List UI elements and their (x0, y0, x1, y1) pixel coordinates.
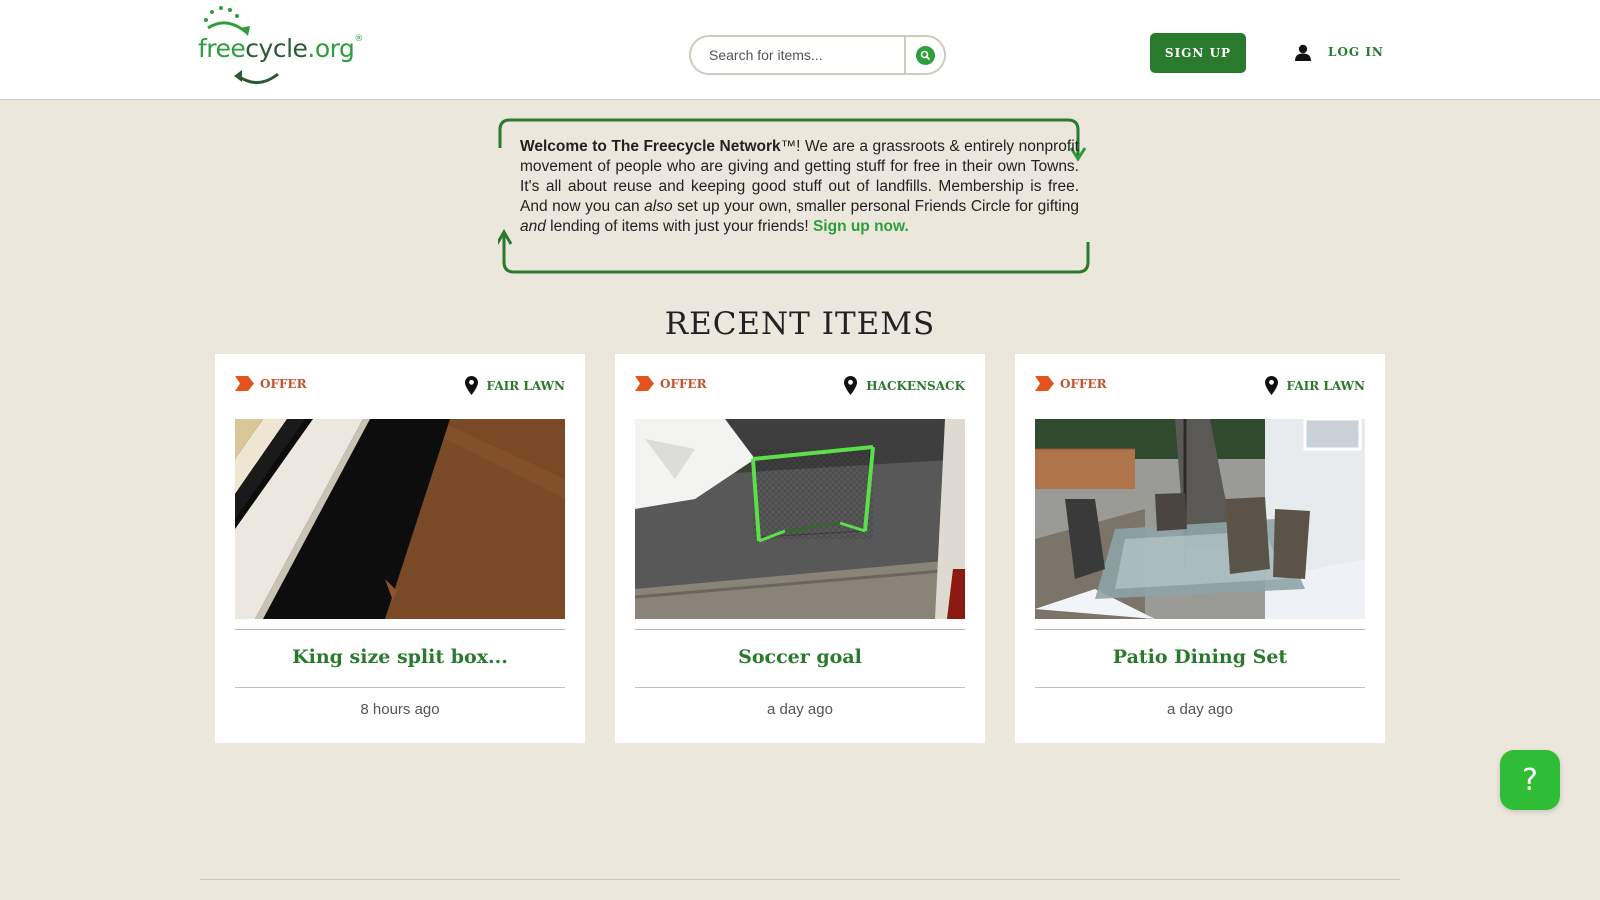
item-card[interactable]: OFFER HACKENSACK Soccer goal a day ago (615, 354, 985, 743)
divider (235, 629, 565, 630)
item-photo-box-spring[interactable] (235, 419, 565, 619)
card-meta: OFFER FAIR LAWN (1035, 376, 1365, 398)
offer-tag[interactable]: OFFER (235, 376, 307, 391)
welcome-box: Welcome to The Freecycle Network™! We ar… (498, 118, 1102, 274)
card-meta: OFFER HACKENSACK (635, 376, 965, 398)
card-meta: OFFER FAIR LAWN (235, 376, 565, 398)
footer-divider (200, 879, 1400, 880)
item-card[interactable]: OFFER FAIR LAWN King size split box... 8… (215, 354, 585, 743)
welcome-message: Welcome to The Freecycle Network™! We ar… (520, 138, 1079, 235)
item-title[interactable]: Soccer goal (635, 646, 965, 668)
offer-tag-icon (635, 376, 654, 391)
login-link[interactable]: LOG IN (1294, 40, 1384, 64)
freecycle-logo[interactable]: freecycle.org® (198, 6, 368, 88)
divider (235, 687, 565, 688)
search-input[interactable] (691, 37, 906, 73)
user-icon (1295, 44, 1311, 61)
logo-wordmark: freecycle.org® (198, 34, 363, 63)
item-time: a day ago (1167, 701, 1233, 718)
item-time: a day ago (767, 701, 833, 718)
item-photo-patio-set[interactable] (1035, 419, 1365, 619)
search-button[interactable] (904, 37, 944, 73)
map-pin-icon (1264, 376, 1278, 395)
offer-tag-icon (235, 376, 254, 391)
location-link[interactable]: FAIR LAWN (1264, 376, 1365, 395)
divider (635, 629, 965, 630)
search-icon (915, 45, 935, 65)
map-pin-icon (844, 376, 858, 395)
location-link[interactable]: FAIR LAWN (464, 376, 565, 395)
divider (635, 687, 965, 688)
site-header: freecycle.org® SIGN UP LOG IN (0, 0, 1600, 100)
item-time: 8 hours ago (360, 701, 440, 718)
item-photo-soccer-goal[interactable] (635, 419, 965, 619)
item-card[interactable]: OFFER FAIR LAWN Patio Dining Set a day a… (1015, 354, 1385, 743)
item-title[interactable]: King size split box... (235, 646, 565, 668)
help-button[interactable]: ? (1500, 750, 1560, 810)
signup-button[interactable]: SIGN UP (1150, 33, 1246, 73)
map-pin-icon (464, 376, 478, 395)
recent-items-heading: RECENT ITEMS (664, 306, 936, 342)
search-bar (689, 35, 946, 75)
offer-tag[interactable]: OFFER (1035, 376, 1107, 391)
signup-now-link[interactable]: Sign up now. (813, 218, 909, 235)
question-mark-icon: ? (1522, 762, 1538, 798)
divider (1035, 687, 1365, 688)
login-label: LOG IN (1328, 45, 1384, 59)
location-link[interactable]: HACKENSACK (844, 376, 965, 395)
item-title[interactable]: Patio Dining Set (1035, 646, 1365, 668)
divider (1035, 629, 1365, 630)
offer-tag[interactable]: OFFER (635, 376, 707, 391)
offer-tag-icon (1035, 376, 1054, 391)
